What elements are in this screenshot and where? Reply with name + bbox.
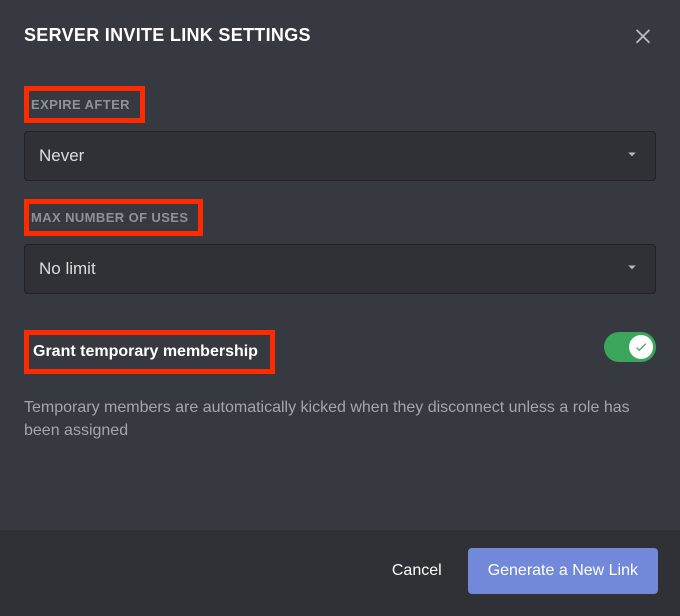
max-uses-select[interactable]: No limit (24, 244, 656, 294)
cancel-button[interactable]: Cancel (374, 550, 460, 592)
toggle-knob (629, 335, 653, 359)
expire-after-value: Never (39, 146, 84, 166)
modal-header: SERVER INVITE LINK SETTINGS (0, 0, 680, 58)
max-uses-label: MAX NUMBER OF USES (24, 199, 203, 236)
generate-link-button[interactable]: Generate a New Link (468, 548, 658, 594)
modal-footer: Cancel Generate a New Link (0, 530, 680, 616)
max-uses-value: No limit (39, 259, 96, 279)
modal-title: SERVER INVITE LINK SETTINGS (24, 25, 311, 46)
modal-body: EXPIRE AFTER Never MAX NUMBER OF USES No… (0, 58, 680, 530)
temp-membership-row: Grant temporary membership (24, 312, 656, 382)
temp-membership-toggle[interactable] (604, 332, 656, 362)
expire-after-select[interactable]: Never (24, 131, 656, 181)
temp-membership-help: Temporary members are automatically kick… (24, 396, 656, 442)
chevron-down-icon (623, 145, 641, 168)
invite-settings-modal: SERVER INVITE LINK SETTINGS EXPIRE AFTER… (0, 0, 680, 616)
temp-membership-label: Grant temporary membership (24, 330, 275, 374)
close-icon[interactable] (630, 22, 656, 48)
chevron-down-icon (623, 258, 641, 281)
expire-after-label: EXPIRE AFTER (24, 86, 145, 123)
